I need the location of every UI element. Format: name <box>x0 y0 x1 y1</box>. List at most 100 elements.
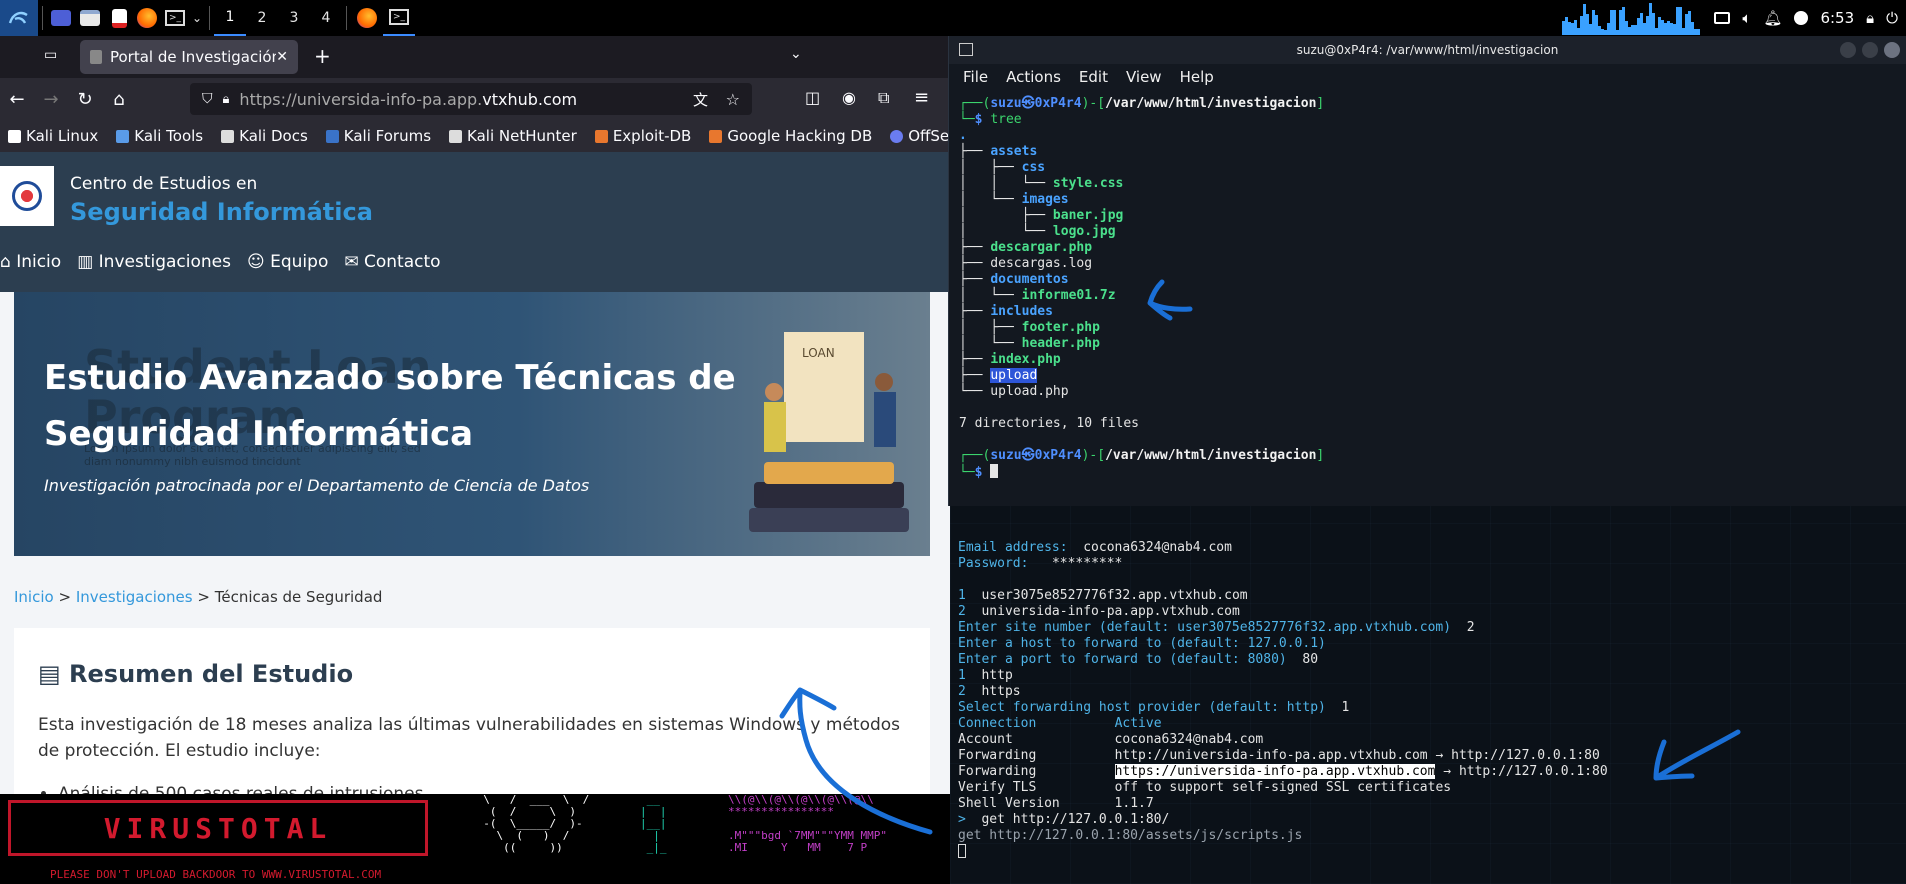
lock-icon[interactable]: 🔒︎ <box>1866 9 1874 27</box>
request-log-1: get http://127.0.0.1:80/ <box>981 812 1170 827</box>
workspace-3[interactable]: 3 <box>278 0 310 36</box>
nav-contacto[interactable]: ✉ Contacto <box>344 252 440 272</box>
account-icon[interactable]: ◉ <box>842 88 856 107</box>
show-desktop-icon[interactable] <box>47 0 75 36</box>
maximize-button[interactable] <box>1862 42 1878 58</box>
cpu-graph <box>1562 1 1702 35</box>
bookmark-google-hacking-db[interactable]: Google Hacking DB <box>709 127 872 145</box>
lock-icon[interactable]: 🔒︎ <box>223 92 230 107</box>
menu-edit[interactable]: Edit <box>1079 68 1108 86</box>
org-name-line1: Centro de Estudios en <box>70 174 258 194</box>
taskbar-firefox-icon[interactable] <box>351 0 383 36</box>
bookmark-offsec[interactable]: OffSec <box>890 127 950 145</box>
forwarding-https-selected[interactable]: https://universida-info-pa.app.vtxhub.co… <box>1114 764 1436 779</box>
bookmark-label: Exploit-DB <box>612 127 692 145</box>
verify-value: off to support self-signed SSL certifica… <box>1114 780 1452 795</box>
text-editor-icon[interactable] <box>105 0 133 36</box>
bookmark-kali-docs[interactable]: Kali Docs <box>221 127 308 145</box>
prompt-user: suzu㉿0xP4r4 <box>990 448 1082 463</box>
terminal-menubar: File Actions Edit View Help <box>949 64 1906 90</box>
email-value: cocona6324@nab4.com <box>1083 540 1232 555</box>
exploit-db-icon <box>594 130 608 143</box>
tunnel-terminal-output[interactable]: Email address: cocona6324@nab4.com Passw… <box>950 540 1906 884</box>
translate-icon[interactable]: 文 <box>693 89 708 110</box>
prompt-path: /var/www/html/investigacion <box>1105 448 1317 463</box>
prompt-user: suzu㉿0xP4r4 <box>990 96 1082 111</box>
volume-icon[interactable]: 🔈︎ <box>1742 9 1751 27</box>
bookmark-kali-tools[interactable]: Kali Tools <box>116 127 203 145</box>
tab-overview-icon[interactable]: ▭ <box>44 47 57 63</box>
account-label: Account <box>958 732 1013 747</box>
breadcrumb-inicio[interactable]: Inicio <box>14 588 54 606</box>
forwarding-target: http://127.0.0.1:80 <box>1458 764 1608 779</box>
cpu-graph-bar <box>1697 28 1701 35</box>
workspace-1[interactable]: 1 <box>214 0 246 36</box>
email-label: Email address: <box>958 540 1068 555</box>
account-value: cocona6324@nab4.com <box>1114 732 1264 747</box>
terminal-launcher-icon[interactable]: >_ <box>161 0 189 36</box>
summary-card: ▤ Resumen del Estudio Esta investigación… <box>14 628 930 794</box>
menu-icon[interactable]: ≡ <box>914 87 929 108</box>
user-icon: ☺ <box>246 252 271 272</box>
tab-strip: ▭ Portal de Investigación en ✕ + ⌄ <box>0 36 950 78</box>
terminal-output[interactable]: ┌──(suzu㉿0xP4r4)-[/var/www/html/investig… <box>949 90 1906 487</box>
notification-bell-icon[interactable]: 🔔︎ <box>1763 9 1782 27</box>
kali-icon <box>221 130 235 143</box>
close-tab-icon[interactable]: ✕ <box>276 49 288 65</box>
bookmark-kali-linux[interactable]: Kali Linux <box>8 127 98 145</box>
desktop: { "panel": { "workspaces": ["1", "2", "3… <box>0 0 1906 884</box>
bookmark-kali-forums[interactable]: Kali Forums <box>325 127 431 145</box>
forward-icon[interactable]: → <box>34 89 68 110</box>
display-icon[interactable] <box>1714 12 1731 24</box>
shield-icon[interactable]: ⛉ <box>202 91 213 107</box>
menu-help[interactable]: Help <box>1180 68 1214 86</box>
university-seal-icon <box>12 181 42 211</box>
close-button[interactable] <box>1884 42 1900 58</box>
terminal-title: suzu@0xP4r4: /var/www/html/investigacion <box>1296 43 1559 57</box>
tab-list-chevron-icon[interactable]: ⌄ <box>790 46 802 62</box>
update-icon[interactable] <box>1794 11 1809 25</box>
menu-file[interactable]: File <box>963 68 988 86</box>
breadcrumb-investigaciones[interactable]: Investigaciones <box>76 588 193 606</box>
pocket-icon[interactable]: ◫ <box>805 88 820 107</box>
bookmark-exploit-db[interactable]: Exploit-DB <box>594 127 692 145</box>
nav-label: Equipo <box>270 252 329 272</box>
reload-icon[interactable]: ↻ <box>68 89 102 110</box>
prompt-site: Enter site number (default: user3075e852… <box>958 620 1452 635</box>
university-logo[interactable] <box>0 166 54 226</box>
prompt-path: /var/www/html/investigacion <box>1105 96 1317 111</box>
back-icon[interactable]: ← <box>0 89 34 110</box>
answer-port: 80 <box>1302 652 1319 667</box>
clock[interactable]: 6:53 <box>1820 9 1854 27</box>
power-icon[interactable]: ⏻ <box>1886 9 1898 27</box>
nav-label: Inicio <box>16 252 62 272</box>
kali-menu-icon[interactable] <box>0 0 38 36</box>
nav-inicio[interactable]: ⌂ Inicio <box>0 252 61 272</box>
extensions-icon[interactable]: ⧉ <box>878 88 889 108</box>
menu-view[interactable]: View <box>1126 68 1162 86</box>
minimize-button[interactable] <box>1840 42 1856 58</box>
bookmark-star-icon[interactable]: ☆ <box>726 90 740 109</box>
panel-separator <box>346 6 347 30</box>
bookmark-kali-nethunter[interactable]: Kali NetHunter <box>449 127 577 145</box>
file-manager-icon[interactable] <box>75 0 105 36</box>
nav-investigaciones[interactable]: ▥ Investigaciones <box>77 252 231 272</box>
firefox-icon[interactable] <box>133 0 161 36</box>
ascii-banner: VIRUSTOTAL <box>8 800 428 856</box>
tab-portal[interactable]: Portal de Investigación en ✕ <box>80 40 298 74</box>
taskbar-terminal-icon[interactable]: >_ <box>383 0 415 36</box>
workspace-4[interactable]: 4 <box>310 0 342 36</box>
workspace-2[interactable]: 2 <box>246 0 278 36</box>
site-option-1: user3075e8527776f32.app.vtxhub.com <box>981 588 1248 603</box>
chevron-down-icon[interactable]: ⌄ <box>189 0 205 36</box>
menu-actions[interactable]: Actions <box>1006 68 1061 86</box>
provider-option-1: http <box>981 668 1013 683</box>
nav-equipo[interactable]: ☺ Equipo <box>247 252 328 272</box>
url-bar[interactable]: ⛉ 🔒︎ https://universida-info-pa.app. vtxh… <box>190 83 752 115</box>
new-tab-icon[interactable]: + <box>314 44 331 68</box>
provider-option-2: https <box>981 684 1021 699</box>
envelope-icon: ✉ <box>344 252 365 272</box>
site-header: Centro de Estudios en Seguridad Informát… <box>0 152 950 292</box>
home-icon[interactable]: ⌂ <box>102 89 136 110</box>
site-nav: ⌂ Inicio ▥ Investigaciones ☺ Equipo ✉ Co… <box>0 252 441 272</box>
